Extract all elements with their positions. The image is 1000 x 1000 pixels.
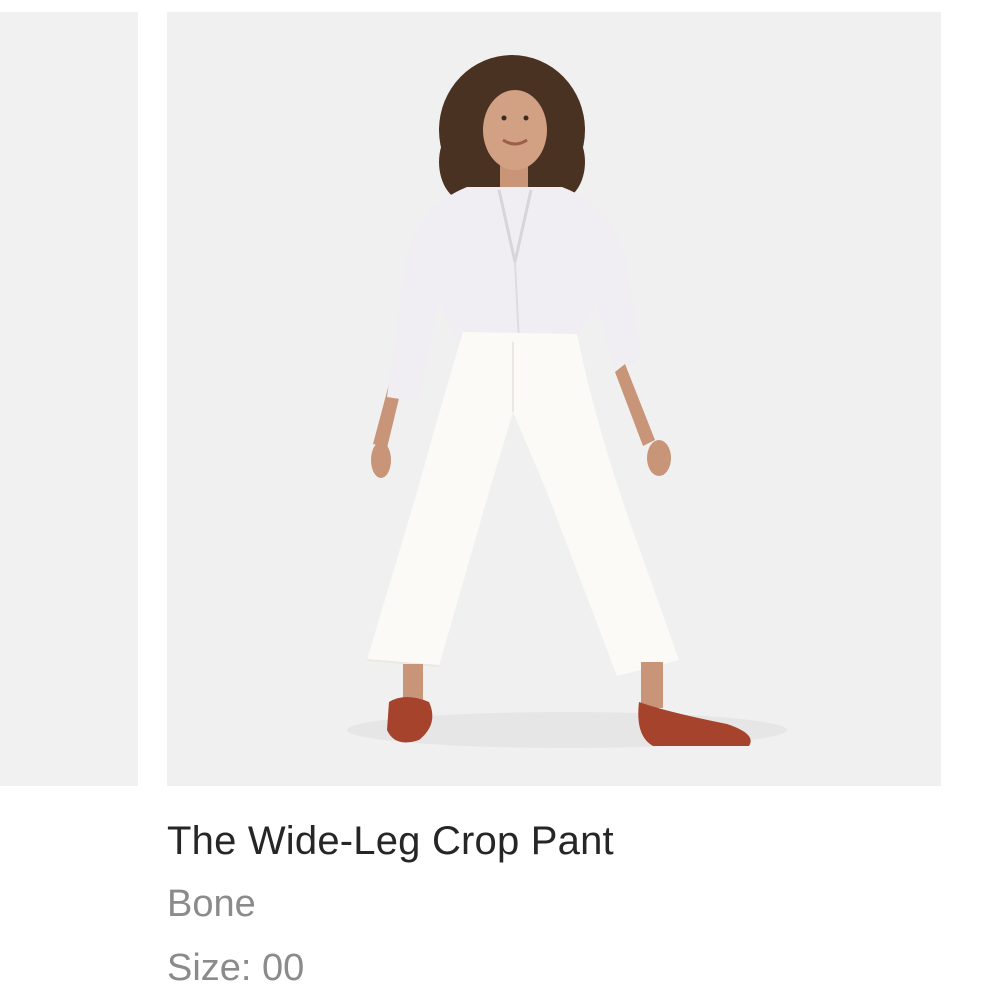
previous-product-image[interactable] [0,12,138,786]
product-image[interactable] [167,12,941,786]
product-card[interactable]: The Wide-Leg Crop Pant Bone Size: 00 [167,12,941,1000]
product-color: Bone [167,883,256,925]
face [483,90,547,170]
product-carousel: The Wide-Leg Crop Pant Bone Size: 00 [0,0,1000,1000]
product-name[interactable]: The Wide-Leg Crop Pant [167,818,614,864]
model-photo-illustration [347,55,787,748]
product-size: Size: 00 [167,947,305,989]
